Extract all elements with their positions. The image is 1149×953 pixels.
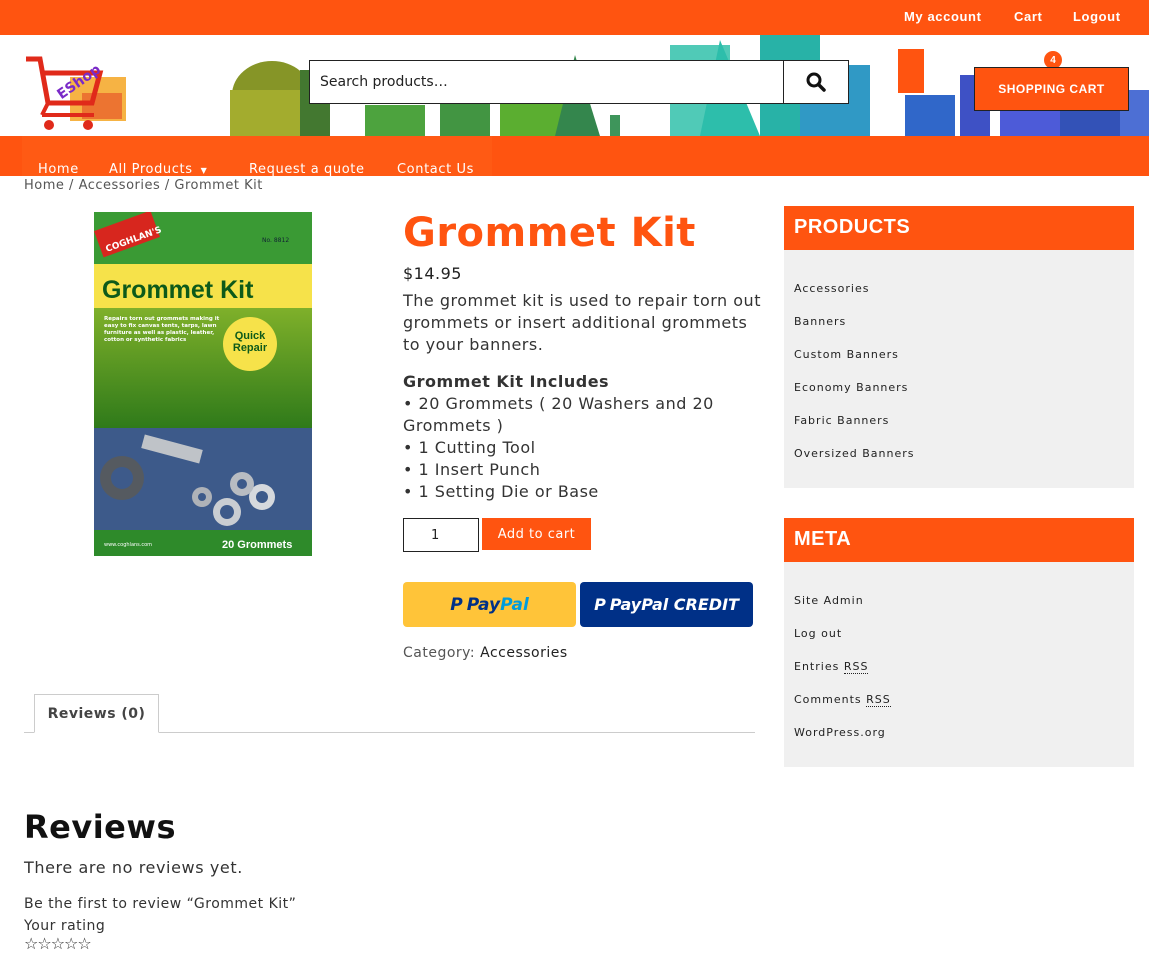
breadcrumb-current: Grommet Kit (174, 178, 263, 193)
breadcrumb-home[interactable]: Home (24, 178, 64, 193)
breadcrumb-category[interactable]: Accessories (79, 178, 161, 193)
breadcrumb: Home / Accessories / Grommet Kit (24, 178, 263, 193)
shopping-cart-button[interactable]: SHOPPING CART (974, 67, 1129, 111)
products-widget: PRODUCTS Accessories Banners Custom Bann… (784, 206, 1134, 488)
product-includes: Grommet Kit Includes • 20 Grommets ( 20 … (403, 371, 763, 503)
paypal-credit-label: PayPal CREDIT (609, 595, 739, 614)
meta-wordpress-link[interactable]: WordPress.org (794, 726, 1134, 759)
tab-reviews[interactable]: Reviews (0) (34, 694, 159, 733)
main-navigation: Home All Products ▼ Request a quote Conta… (0, 136, 1149, 176)
package-count: 20 Grommets (222, 539, 292, 551)
no-reviews-text: There are no reviews yet. (24, 858, 243, 877)
includes-item: • 1 Cutting Tool (403, 438, 536, 457)
star-rating-input[interactable]: ☆☆☆☆☆ (24, 934, 92, 953)
category-link[interactable]: Accessories (480, 645, 568, 661)
meta-site-admin-link[interactable]: Site Admin (794, 594, 1134, 627)
shopping-cart-logo-icon: EShop (26, 56, 126, 130)
meta-comments-rss-link[interactable]: Comments RSS (794, 693, 1134, 726)
paypal-button[interactable]: P Pay Pal (403, 582, 576, 627)
meta-log-out-link[interactable]: Log out (794, 627, 1134, 660)
paypal-pal-text: Pal (500, 594, 529, 615)
decorative-block (898, 49, 924, 93)
rss-abbr: RSS (866, 693, 891, 707)
includes-item: • 1 Setting Die or Base (403, 482, 599, 501)
product-image[interactable]: COGHLAN'S No. 8812 Grommet Kit Repairs t… (92, 210, 317, 560)
paypal-logo-icon: P (450, 594, 463, 615)
breadcrumb-separator: / (69, 178, 74, 193)
meta-entries-label: Entries (794, 660, 840, 673)
products-widget-title: PRODUCTS (784, 206, 1134, 250)
package-title: Grommet Kit (102, 276, 254, 304)
product-title: Grommet Kit (403, 210, 696, 256)
paypal-credit-button[interactable]: P PayPal CREDIT (580, 582, 753, 627)
grommet-kit-package-image: COGHLAN'S No. 8812 Grommet Kit Repairs t… (94, 210, 312, 556)
rss-abbr: RSS (843, 660, 869, 674)
product-description: The grommet kit is used to repair torn o… (403, 291, 761, 354)
sidebar-item-economy-banners[interactable]: Economy Banners (794, 381, 1134, 414)
product-price: $14.95 (403, 264, 462, 283)
package-quick-repair-badge: Quick Repair (232, 330, 268, 354)
nav-request-quote[interactable]: Request a quote (249, 162, 365, 176)
paypal-logo-icon: P (594, 595, 606, 614)
category-label: Category: (403, 645, 476, 661)
add-to-cart-button[interactable]: Add to cart (482, 518, 591, 550)
my-account-link[interactable]: My account (904, 9, 982, 24)
product-category: Category: Accessories (403, 645, 568, 661)
chevron-down-icon: ▼ (200, 166, 208, 175)
logout-link[interactable]: Logout (1073, 9, 1121, 24)
includes-heading: Grommet Kit Includes (403, 372, 610, 391)
includes-item: • 1 Insert Punch (403, 460, 541, 479)
package-url: www.coghlans.com (104, 542, 152, 548)
search-button[interactable] (783, 61, 848, 103)
meta-comments-label: Comments (794, 693, 862, 706)
sidebar-item-accessories[interactable]: Accessories (794, 282, 1134, 315)
site-header: EShop 4 SHOPPING CART (0, 35, 1149, 136)
reviews-heading: Reviews (24, 808, 176, 846)
nav-all-products[interactable]: All Products ▼ (109, 162, 207, 176)
paypal-pay-text: Pay (466, 594, 501, 615)
includes-item: • 20 Grommets ( 20 Washers and 20 Gromme… (403, 394, 714, 435)
nav-all-products-label: All Products (109, 162, 193, 176)
sidebar-item-oversized-banners[interactable]: Oversized Banners (794, 447, 1134, 480)
cart-link[interactable]: Cart (1014, 9, 1042, 24)
nav-contact-us[interactable]: Contact Us (397, 162, 474, 176)
sidebar-item-fabric-banners[interactable]: Fabric Banners (794, 414, 1134, 447)
first-review-prompt: Be the first to review “Grommet Kit” (24, 896, 297, 912)
quantity-input[interactable] (403, 518, 479, 552)
nav-home[interactable]: Home (38, 162, 79, 176)
top-bar: My account Cart Logout (0, 0, 1149, 35)
meta-entries-rss-link[interactable]: Entries RSS (794, 660, 1134, 693)
meta-widget-title: META (784, 518, 1134, 562)
sidebar-item-banners[interactable]: Banners (794, 315, 1134, 348)
breadcrumb-separator: / (164, 178, 170, 193)
search-icon (806, 72, 826, 92)
search-input[interactable] (310, 61, 783, 103)
meta-widget: META Site Admin Log out Entries RSS Comm… (784, 518, 1134, 767)
package-number: No. 8812 (262, 237, 289, 244)
your-rating-label: Your rating (24, 918, 106, 934)
package-blurb: Repairs torn out grommets making it easy… (104, 316, 220, 343)
site-logo[interactable]: EShop (22, 53, 132, 136)
sidebar-item-custom-banners[interactable]: Custom Banners (794, 348, 1134, 381)
search-form (309, 60, 849, 104)
